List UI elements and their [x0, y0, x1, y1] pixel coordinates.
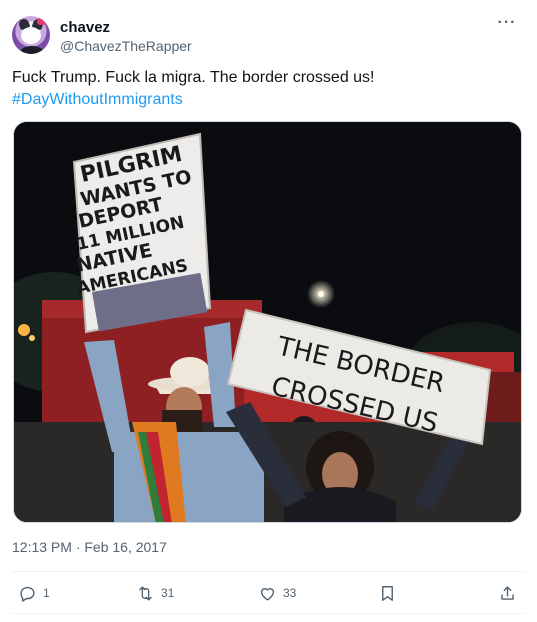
- retweet-icon: [139, 585, 152, 601]
- more-options-icon[interactable]: ···: [495, 15, 519, 36]
- like-count: 33: [283, 586, 297, 600]
- heart-icon: [260, 587, 275, 601]
- avatar-face: [21, 27, 41, 44]
- retweet-count: 31: [161, 586, 175, 600]
- retweet-button[interactable]: 31: [136, 578, 174, 608]
- protest-photo: THE BORDER CROSSED US PILGRIM WANTS TO D…: [14, 122, 521, 522]
- tweet-photo[interactable]: THE BORDER CROSSED US PILGRIM WANTS TO D…: [13, 121, 522, 523]
- avatar-body: [20, 46, 44, 54]
- author-handle[interactable]: @ChavezTheRapper: [60, 38, 192, 54]
- tweet-header: chavez @ChavezTheRapper ···: [12, 15, 525, 56]
- tweet-text: Fuck Trump. Fuck la migra. The border cr…: [12, 67, 525, 111]
- tweet-timestamp[interactable]: 12:13 PM · Feb 16, 2017: [12, 539, 167, 555]
- author-name[interactable]: chavez: [60, 19, 110, 36]
- bookmark-button[interactable]: [378, 578, 397, 608]
- divider: [12, 571, 525, 572]
- hashtag-link[interactable]: #DayWithoutImmigrants: [12, 89, 525, 111]
- divider: [12, 613, 525, 614]
- reply-icon: [20, 586, 35, 602]
- action-bar: 1 31 33: [12, 578, 525, 608]
- reply-count: 1: [43, 586, 50, 600]
- reply-button[interactable]: 1: [18, 578, 50, 608]
- avatar[interactable]: [12, 16, 50, 54]
- share-button[interactable]: [498, 578, 517, 608]
- bookmark-icon: [382, 585, 393, 601]
- like-button[interactable]: 33: [258, 578, 296, 608]
- avatar-bow: [37, 18, 46, 25]
- tweet-body: Fuck Trump. Fuck la migra. The border cr…: [12, 69, 375, 86]
- share-icon: [501, 585, 514, 600]
